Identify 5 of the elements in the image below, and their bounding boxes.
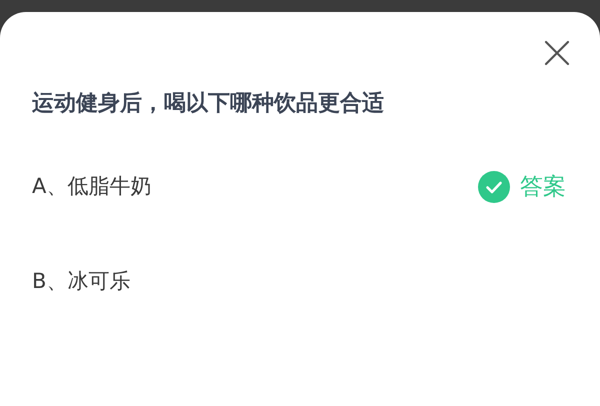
option-text[interactable]: A、低脂牛奶 [32,171,152,203]
question-title: 运动健身后，喝以下哪种饮品更合适 [32,90,385,118]
answer-label: 答案 [520,172,566,202]
close-icon[interactable] [544,40,570,66]
option-text[interactable]: B、冰可乐 [32,266,130,298]
